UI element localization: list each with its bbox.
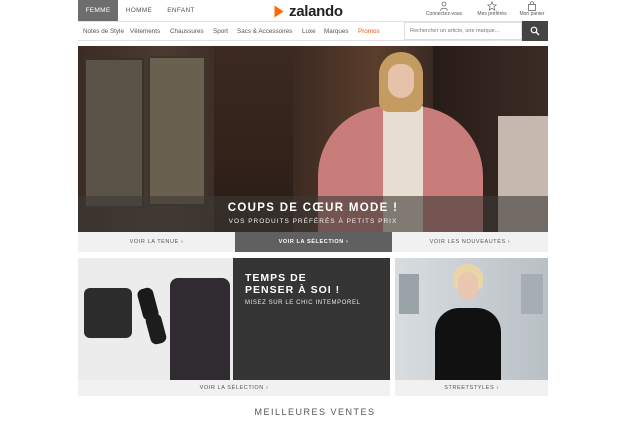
bag-icon: [528, 1, 536, 11]
see-selection-button[interactable]: VOIR LA SÉLECTION ›: [235, 232, 392, 252]
cart-button[interactable]: Mon panier: [508, 1, 556, 17]
streetstyles-button[interactable]: STREETSTYLES ›: [395, 380, 548, 396]
nav-item-sacs-accessoires[interactable]: Sacs & Accessoires: [237, 22, 292, 41]
nav-item-luxe[interactable]: Luxe: [302, 22, 316, 41]
promo-title-line2: PENSER À SOI !: [245, 284, 341, 296]
top-bar: FEMME HOMME ENFANT zalando Connectez-vou…: [0, 0, 630, 22]
tab-femme[interactable]: FEMME: [78, 0, 118, 21]
hero-panel: [84, 58, 144, 208]
model-face: [458, 272, 478, 300]
search-input[interactable]: [404, 22, 522, 40]
hero-model-face: [388, 64, 414, 98]
promo-title-line1: TEMPS DE: [245, 272, 307, 284]
window: [399, 274, 419, 314]
hero-subtitle: VOS PRODUITS PRÉFÉRÉS À PETITS PRIX: [228, 218, 398, 225]
nav-item-vetements[interactable]: Vêtements: [130, 22, 160, 41]
section-title: MEILLEURES VENTES: [254, 407, 376, 417]
login-button[interactable]: Connectez-vous: [420, 1, 468, 17]
logo-icon: [274, 5, 284, 17]
coat: [170, 278, 230, 380]
hero-cta-row: VOIR LA TENUE › VOIR LA SÉLECTION › VOIR…: [78, 232, 548, 252]
hero-banner[interactable]: COUPS DE CŒUR MODE ! VOS PRODUITS PRÉFÉR…: [78, 46, 548, 232]
search-bar: [404, 21, 548, 41]
model-sweater: [435, 308, 501, 380]
login-label: Connectez-vous: [425, 11, 463, 17]
nav-item-sport[interactable]: Sport: [213, 22, 228, 41]
logo-text: zalando: [289, 2, 343, 20]
shoe: [144, 312, 168, 346]
tab-enfant[interactable]: ENFANT: [160, 0, 202, 21]
nav-item-marques[interactable]: Marques: [324, 22, 349, 41]
search-icon: [530, 26, 540, 36]
promo-title: TEMPS DE PENSER À SOI !: [245, 272, 340, 296]
person-icon: [440, 1, 448, 11]
nav-item-chaussures[interactable]: Chaussures: [170, 22, 204, 41]
hero-panel: [148, 56, 206, 206]
nav-item-notes-de-style[interactable]: Notes de Style: [83, 22, 124, 41]
leather-top: [84, 288, 132, 338]
streetstyle-tile[interactable]: [395, 258, 548, 380]
tab-homme[interactable]: HOMME: [120, 0, 158, 21]
window: [521, 274, 543, 314]
promo-tile-left[interactable]: TEMPS DE PENSER À SOI ! MISEZ SUR LE CHI…: [78, 258, 390, 380]
star-icon: [487, 1, 497, 11]
see-new-arrivals-button[interactable]: VOIR LES NOUVEAUTÉS ›: [392, 232, 548, 252]
product-flatlay-image: [78, 258, 233, 380]
search-button[interactable]: [522, 21, 548, 41]
hero-title: COUPS DE CŒUR MODE !: [227, 202, 399, 214]
left-tile-selection-button[interactable]: VOIR LA SÉLECTION ›: [78, 380, 390, 396]
see-outfit-button[interactable]: VOIR LA TENUE ›: [78, 232, 235, 252]
nav-item-promos[interactable]: Promos: [358, 22, 380, 41]
cart-label: Mon panier: [519, 11, 545, 17]
zalando-logo[interactable]: zalando: [273, 2, 343, 20]
promo-subtitle: MISEZ SUR LE CHIC INTEMPOREL: [245, 300, 361, 306]
